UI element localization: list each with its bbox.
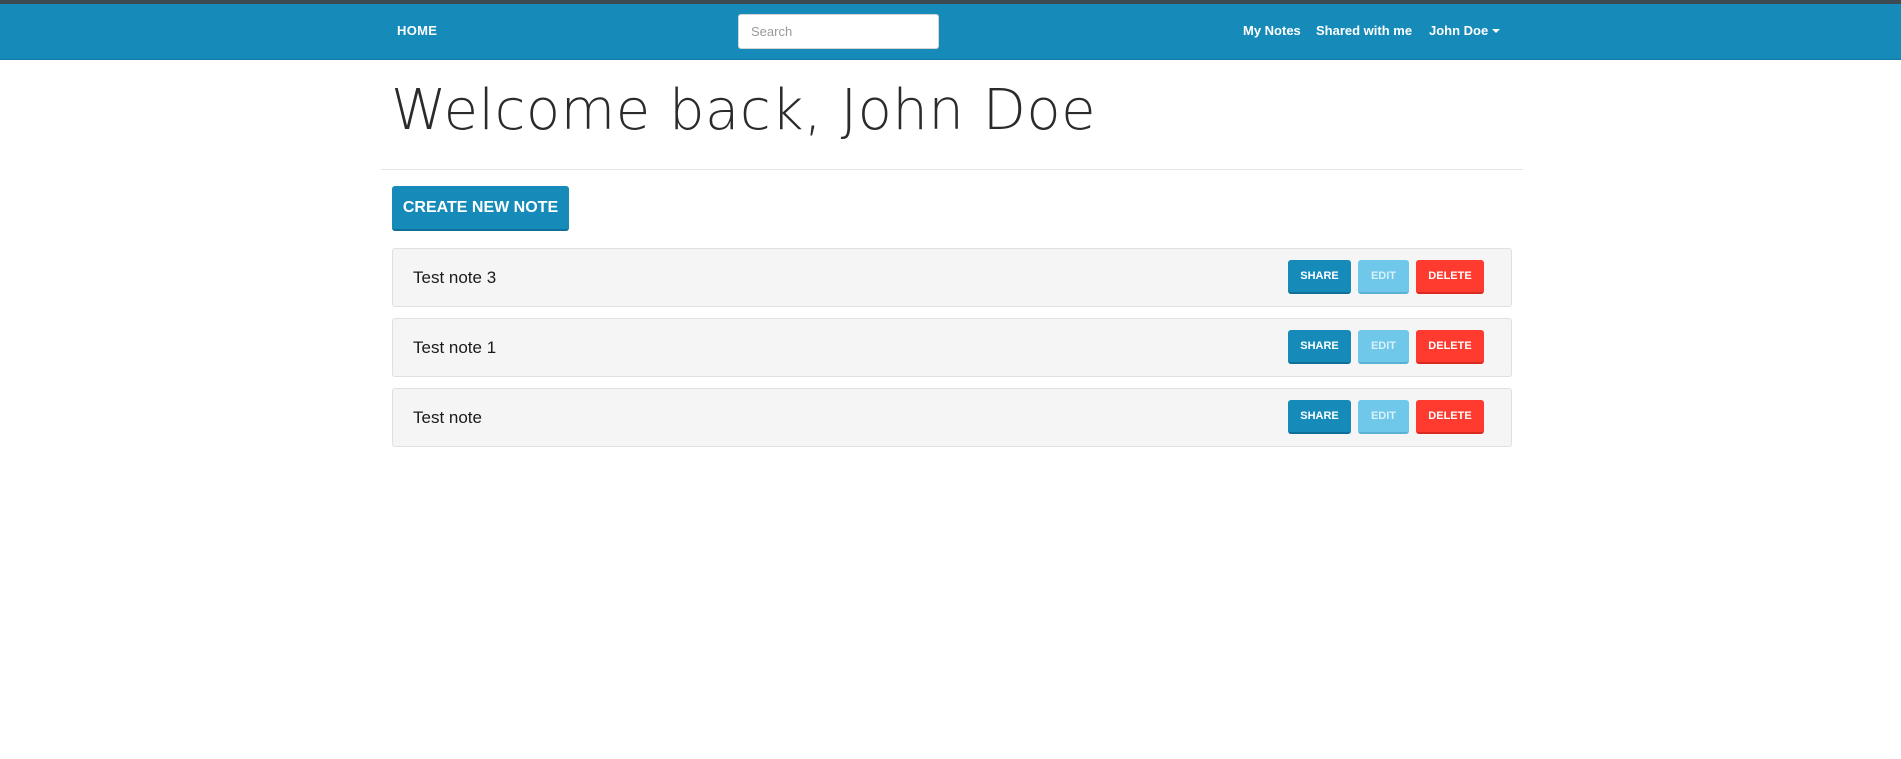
- delete-button[interactable]: DELETE: [1416, 330, 1484, 364]
- top-navbar: HOME My Notes Shared with me John Doe: [0, 4, 1901, 60]
- create-new-note-button[interactable]: CREATE NEW NOTE: [392, 186, 569, 231]
- header-divider: [381, 169, 1523, 170]
- user-name-label: John Doe: [1429, 23, 1489, 38]
- my-notes-link[interactable]: My Notes: [1243, 23, 1301, 38]
- page-title: Welcome back, John Doe: [391, 78, 1097, 143]
- delete-button[interactable]: DELETE: [1416, 260, 1484, 294]
- edit-button[interactable]: EDIT: [1358, 400, 1409, 434]
- edit-button[interactable]: EDIT: [1358, 260, 1409, 294]
- share-button[interactable]: SHARE: [1288, 400, 1351, 434]
- user-menu-toggle[interactable]: John Doe: [1429, 23, 1501, 38]
- home-link[interactable]: HOME: [397, 23, 437, 38]
- caret-down-icon: [1492, 29, 1501, 33]
- shared-with-me-link[interactable]: Shared with me: [1316, 23, 1412, 38]
- note-row[interactable]: Test note 3 SHARE EDIT DELETE: [392, 248, 1512, 307]
- delete-button[interactable]: DELETE: [1416, 400, 1484, 434]
- edit-button[interactable]: EDIT: [1358, 330, 1409, 364]
- note-title[interactable]: Test note 1: [413, 338, 496, 358]
- note-title[interactable]: Test note 3: [413, 268, 496, 288]
- note-title[interactable]: Test note: [413, 408, 482, 428]
- note-row[interactable]: Test note 1 SHARE EDIT DELETE: [392, 318, 1512, 377]
- note-row[interactable]: Test note SHARE EDIT DELETE: [392, 388, 1512, 447]
- search-input[interactable]: [738, 14, 939, 49]
- share-button[interactable]: SHARE: [1288, 260, 1351, 294]
- share-button[interactable]: SHARE: [1288, 330, 1351, 364]
